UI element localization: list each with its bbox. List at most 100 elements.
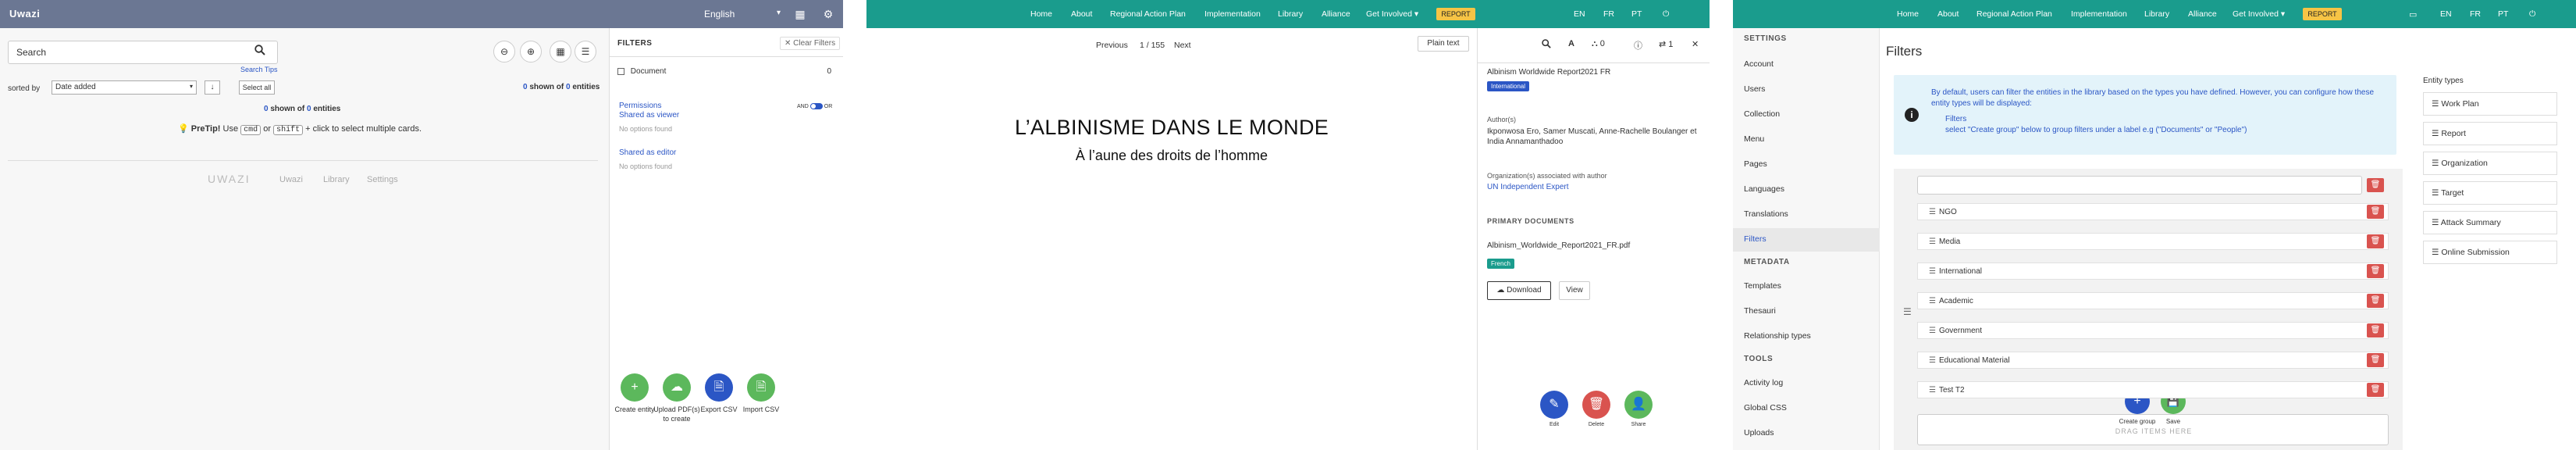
card-icon[interactable]: ▭ bbox=[2409, 9, 2417, 20]
sidebar-item-pages[interactable]: Pages bbox=[1744, 159, 1767, 169]
filter-group-row[interactable]: ☰ Educational Material bbox=[1917, 352, 2389, 369]
drag-handle-icon[interactable]: ☰ bbox=[1929, 238, 1936, 246]
search-input[interactable]: Search bbox=[8, 41, 278, 64]
share-button[interactable]: 👤 bbox=[1624, 391, 1653, 419]
sidebar-item-filters[interactable]: Filters bbox=[1744, 234, 1767, 244]
nav-alliance[interactable]: Alliance bbox=[1322, 9, 1350, 19]
sidebar-item-account[interactable]: Account bbox=[1744, 59, 1774, 69]
nav-home[interactable]: Home bbox=[1897, 9, 1919, 19]
nav-regional-action-plan[interactable]: Regional Action Plan bbox=[1976, 9, 2052, 19]
filter-group-row[interactable]: ☰ NGO bbox=[1917, 203, 2389, 220]
filter-group-row[interactable]: ☰ Test T2 bbox=[1917, 381, 2389, 398]
zoom-out-button[interactable]: ⊖ bbox=[493, 41, 515, 62]
download-button[interactable]: ☁ Download bbox=[1487, 281, 1551, 300]
lang-fr[interactable]: FR bbox=[2470, 9, 2481, 19]
drag-handle-icon[interactable]: ☰ bbox=[2432, 129, 2441, 138]
entity-type-item[interactable]: ☰ Online Submission bbox=[2423, 241, 2557, 264]
info-icon[interactable]: ⓘ bbox=[1634, 39, 1642, 52]
drag-handle-icon[interactable]: ☰ bbox=[1929, 327, 1936, 335]
filter-group-row[interactable]: ☰ Media bbox=[1917, 233, 2389, 250]
clear-filters-button[interactable]: ✕ Clear Filters bbox=[780, 37, 841, 50]
nav-about[interactable]: About bbox=[1937, 9, 1959, 19]
drag-handle-icon[interactable]: ☰ bbox=[2432, 188, 2441, 198]
drag-handle-icon[interactable]: ☰ bbox=[1929, 356, 1936, 365]
app-title[interactable]: Uwazi bbox=[9, 8, 40, 20]
nav-library[interactable]: Library bbox=[2144, 9, 2169, 19]
lang-en[interactable]: EN bbox=[2440, 9, 2452, 19]
grid-icon[interactable]: ▦ bbox=[793, 7, 807, 21]
list-view-button[interactable]: ☰ bbox=[575, 41, 596, 62]
and-or-toggle[interactable]: AND OR bbox=[797, 103, 832, 109]
sidebar-item-translations[interactable]: Translations bbox=[1744, 209, 1788, 219]
upload-pdf-button[interactable]: ☁ bbox=[663, 373, 691, 402]
drag-handle-icon[interactable]: ☰ bbox=[1929, 297, 1936, 305]
toggle-switch[interactable] bbox=[809, 103, 823, 109]
nav-get-involved[interactable]: Get Involved ▾ bbox=[1366, 9, 1418, 19]
document-filter[interactable]: Document 0 bbox=[617, 67, 836, 83]
sidebar-item-thesauri[interactable]: Thesauri bbox=[1744, 306, 1776, 316]
filter-group-row[interactable]: ☰ Academic bbox=[1917, 292, 2389, 309]
delete-filter-button[interactable]: 🗑 bbox=[2367, 264, 2384, 278]
plain-text-button[interactable]: Plain text bbox=[1418, 36, 1469, 52]
connections-tab[interactable]: ⛬ 0 bbox=[1592, 39, 1605, 49]
filter-group-row[interactable]: ☰ Government bbox=[1917, 322, 2389, 339]
sidebar-item-templates[interactable]: Templates bbox=[1744, 281, 1781, 291]
zoom-in-button[interactable]: ⊕ bbox=[520, 41, 542, 62]
report-button[interactable]: REPORT bbox=[2303, 8, 2342, 20]
drag-handle-icon[interactable]: ☰ bbox=[2432, 218, 2441, 227]
document-checkbox[interactable] bbox=[617, 67, 624, 75]
previous-page-link[interactable]: Previous bbox=[1096, 41, 1128, 50]
nav-home[interactable]: Home bbox=[1030, 9, 1052, 19]
delete-filter-button[interactable]: 🗑 bbox=[2367, 234, 2384, 248]
export-csv-button[interactable]: 🗎 bbox=[705, 373, 733, 402]
import-csv-button[interactable]: 🗎 bbox=[747, 373, 775, 402]
sort-direction-button[interactable]: ↓ bbox=[205, 80, 220, 95]
sidebar-item-relationship-types[interactable]: Relationship types bbox=[1744, 331, 1811, 341]
drag-handle-icon[interactable]: ☰ bbox=[1929, 267, 1936, 276]
entity-type-item[interactable]: ☰ Attack Summary bbox=[2423, 211, 2557, 234]
power-icon[interactable]: ⏻ bbox=[1663, 9, 1669, 20]
sort-select[interactable]: Date added ▾ bbox=[52, 80, 197, 95]
nav-library[interactable]: Library bbox=[1278, 9, 1303, 19]
nav-get-involved[interactable]: Get Involved ▾ bbox=[2233, 9, 2285, 19]
drag-handle-icon[interactable]: ☰ bbox=[2432, 99, 2441, 109]
search-icon[interactable] bbox=[254, 45, 270, 60]
power-icon[interactable]: ⏻ bbox=[2529, 9, 2535, 20]
delete-group-button[interactable]: 🗑 bbox=[2367, 178, 2384, 192]
delete-filter-button[interactable]: 🗑 bbox=[2367, 294, 2384, 308]
delete-filter-button[interactable]: 🗑 bbox=[2367, 205, 2384, 219]
sidebar-item-global-css[interactable]: Global CSS bbox=[1744, 403, 1787, 412]
nav-implementation[interactable]: Implementation bbox=[2071, 9, 2127, 19]
sidebar-item-menu[interactable]: Menu bbox=[1744, 134, 1764, 144]
organization-link[interactable]: UN Independent Expert bbox=[1487, 183, 1569, 191]
nav-regional-action-plan[interactable]: Regional Action Plan bbox=[1110, 9, 1186, 19]
drag-handle-icon[interactable]: ☰ bbox=[1929, 208, 1936, 216]
footer-link-uwazi[interactable]: Uwazi bbox=[279, 175, 303, 184]
sidebar-item-uploads[interactable]: Uploads bbox=[1744, 428, 1774, 438]
drag-handle-icon[interactable]: ☰ bbox=[1929, 386, 1936, 395]
sidebar-item-users[interactable]: Users bbox=[1744, 84, 1765, 94]
report-button[interactable]: REPORT bbox=[1436, 8, 1475, 20]
sidebar-item-languages[interactable]: Languages bbox=[1744, 184, 1784, 194]
search-tips-link[interactable]: Search Tips bbox=[240, 66, 278, 73]
delete-filter-button[interactable]: 🗑 bbox=[2367, 383, 2384, 397]
lang-pt[interactable]: PT bbox=[2498, 9, 2508, 19]
lang-en[interactable]: EN bbox=[1574, 9, 1585, 19]
font-size-icon[interactable]: A bbox=[1568, 39, 1574, 48]
create-entity-button[interactable]: + bbox=[621, 373, 649, 402]
footer-link-settings[interactable]: Settings bbox=[367, 175, 398, 184]
select-all-button[interactable]: Select all bbox=[239, 80, 275, 95]
nav-implementation[interactable]: Implementation bbox=[1204, 9, 1261, 19]
nav-about[interactable]: About bbox=[1071, 9, 1092, 19]
edit-button[interactable]: ✎ bbox=[1540, 391, 1568, 419]
filter-group-row[interactable]: ☰ International bbox=[1917, 262, 2389, 280]
lang-pt[interactable]: PT bbox=[1631, 9, 1642, 19]
group-name-input[interactable] bbox=[1917, 176, 2362, 195]
close-icon[interactable]: ✕ bbox=[1692, 39, 1699, 49]
delete-filter-button[interactable]: 🗑 bbox=[2367, 353, 2384, 367]
footer-link-library[interactable]: Library bbox=[323, 175, 350, 184]
language-select[interactable]: English ▾ bbox=[699, 5, 785, 23]
drag-handle-icon[interactable]: ☰ bbox=[1903, 306, 1912, 317]
drag-handle-icon[interactable]: ☰ bbox=[2432, 159, 2441, 168]
nav-alliance[interactable]: Alliance bbox=[2188, 9, 2217, 19]
